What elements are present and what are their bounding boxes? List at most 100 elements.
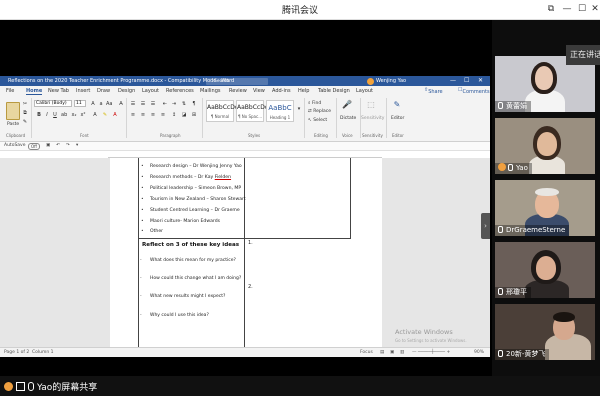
tab-view[interactable]: View: [253, 88, 265, 94]
style-normal-name: ¶ Normal: [210, 114, 230, 119]
font-color-icon[interactable]: A: [112, 112, 118, 118]
style-normal[interactable]: AaBbCcDd ¶ Normal: [206, 100, 239, 122]
participant-name: 邢瓊平: [506, 288, 527, 296]
participant-label: Yao: [495, 163, 532, 174]
tab-table-layout[interactable]: Layout: [356, 88, 373, 94]
styles-more-icon[interactable]: ▾: [296, 106, 302, 112]
tab-help[interactable]: Help: [298, 88, 309, 94]
participant-tile[interactable]: DrGraemeSterne: [495, 180, 595, 236]
replace-button[interactable]: ⇄ Replace: [308, 109, 331, 114]
underline-icon[interactable]: U: [52, 112, 58, 118]
numbering-icon[interactable]: ☰: [140, 101, 146, 107]
video-person: [536, 256, 556, 280]
subscript-icon[interactable]: x₂: [71, 112, 77, 118]
tab-add-ins[interactable]: Add-ins: [272, 88, 291, 94]
clear-format-icon[interactable]: A̶: [118, 101, 124, 107]
superscript-icon[interactable]: x²: [80, 112, 86, 118]
italic-icon[interactable]: I: [44, 112, 50, 118]
tab-table-design[interactable]: Table Design: [318, 88, 350, 94]
decrease-indent-icon[interactable]: ⇤: [162, 101, 168, 107]
justify-icon[interactable]: ≡: [160, 112, 166, 118]
pin-icon[interactable]: ⧉: [544, 2, 558, 16]
paste-icon[interactable]: [6, 102, 20, 120]
word-search-box[interactable]: Search: [206, 77, 268, 85]
change-case-icon[interactable]: Aa: [106, 101, 112, 107]
word-minimize-icon[interactable]: —: [450, 76, 456, 86]
tab-new-tab[interactable]: New Tab: [48, 88, 69, 94]
copy-icon[interactable]: ⧉: [22, 110, 28, 116]
highlight-icon[interactable]: ✎: [102, 112, 108, 118]
web-layout-icon[interactable]: ▥: [400, 350, 404, 355]
borders-icon[interactable]: ⊞: [191, 112, 197, 118]
format-painter-icon[interactable]: ✎: [22, 119, 28, 125]
tab-review[interactable]: Review: [229, 88, 247, 94]
comments-button[interactable]: ☐ Comments: [458, 87, 490, 95]
tab-home[interactable]: Home: [26, 88, 43, 95]
align-left-icon[interactable]: ≡: [130, 112, 136, 118]
activate-windows-watermark: Activate Windows: [395, 328, 453, 336]
zoom-slider[interactable]: — ─────┼──── +: [412, 350, 450, 355]
shrink-font-icon[interactable]: a: [98, 101, 104, 107]
read-mode-icon[interactable]: ▤: [380, 350, 384, 355]
comments-label: Comments: [462, 89, 490, 95]
redo-icon[interactable]: ↷: [66, 143, 70, 148]
style-heading-1[interactable]: AaBbC Heading 1: [266, 100, 294, 122]
dictate-icon[interactable]: 🎤: [342, 101, 352, 112]
print-layout-icon[interactable]: ▣: [390, 350, 394, 355]
close-icon[interactable]: ✕: [588, 2, 600, 16]
share-button[interactable]: ⇧ Share: [424, 87, 443, 95]
tab-mailings[interactable]: Mailings: [200, 88, 221, 94]
tab-design[interactable]: Design: [118, 88, 135, 94]
text-effects-icon[interactable]: A: [92, 112, 98, 118]
undo-icon[interactable]: ↶: [56, 143, 60, 148]
find-button[interactable]: ⌕ Find: [308, 100, 321, 106]
mic-icon: [498, 350, 503, 357]
quick-access-toolbar: AutoSave Off ▣ ↶ ↷ ▾: [0, 142, 490, 151]
sort-icon[interactable]: ⇅: [181, 101, 187, 107]
tab-layout[interactable]: Layout: [142, 88, 159, 94]
line-spacing-icon[interactable]: ↕: [171, 112, 177, 118]
participant-name: 20新-黄梦飞: [506, 350, 546, 358]
status-page[interactable]: Page 1 of 2: [4, 350, 29, 355]
align-center-icon[interactable]: ≡: [140, 112, 146, 118]
style-no-spacing[interactable]: AaBbCcDd ¶ No Spac...: [236, 100, 269, 122]
select-button[interactable]: ↖ Select: [308, 118, 327, 123]
strikethrough-icon[interactable]: ab: [61, 112, 67, 118]
screen-share-indicator: Yao的屏幕共享: [4, 380, 97, 393]
customize-qat-icon[interactable]: ▾: [76, 143, 78, 148]
collapse-panel-button[interactable]: ›: [481, 213, 490, 239]
font-size-box[interactable]: 11: [74, 100, 86, 107]
align-right-icon[interactable]: ≡: [150, 112, 156, 118]
font-name-box[interactable]: Calibri (Body): [34, 100, 72, 107]
word-user-avatar[interactable]: [367, 78, 374, 85]
zoom-level[interactable]: 90%: [474, 350, 484, 355]
sensitivity-icon[interactable]: ⬚: [366, 101, 376, 112]
tab-references[interactable]: References: [166, 88, 194, 94]
shading-icon[interactable]: ◪: [181, 112, 187, 118]
list-item: Research design – Dr Wenjing Jenny Yao: [141, 164, 242, 169]
tab-file[interactable]: File: [6, 88, 14, 94]
participant-tile[interactable]: 20新-黄梦飞: [495, 304, 595, 360]
participant-tile[interactable]: 邢瓊平: [495, 242, 595, 298]
save-icon[interactable]: ▣: [46, 143, 50, 148]
focus-button[interactable]: Focus: [360, 350, 373, 355]
word-close-icon[interactable]: ✕: [478, 76, 483, 86]
word-maximize-icon[interactable]: ☐: [464, 76, 469, 86]
tab-insert[interactable]: Insert: [76, 88, 90, 94]
autosave-toggle[interactable]: Off: [28, 143, 40, 150]
increase-indent-icon[interactable]: ⇥: [171, 101, 177, 107]
bold-icon[interactable]: B: [36, 112, 42, 118]
tab-draw[interactable]: Draw: [97, 88, 110, 94]
maximize-icon[interactable]: ☐: [575, 2, 589, 16]
editor-icon[interactable]: ✎: [392, 101, 402, 112]
grow-font-icon[interactable]: A: [90, 101, 96, 107]
multilevel-icon[interactable]: ☰: [150, 101, 156, 107]
bullets-icon[interactable]: ☰: [130, 101, 136, 107]
video-person: [535, 66, 553, 90]
participant-tile[interactable]: Yao: [495, 118, 595, 174]
cut-icon[interactable]: ✂: [22, 101, 28, 107]
document-page[interactable]: Research design – Dr Wenjing Jenny Yao R…: [110, 158, 382, 347]
horizontal-ruler[interactable]: [108, 151, 382, 158]
minimize-icon[interactable]: —: [560, 2, 574, 16]
show-marks-icon[interactable]: ¶: [191, 101, 197, 107]
